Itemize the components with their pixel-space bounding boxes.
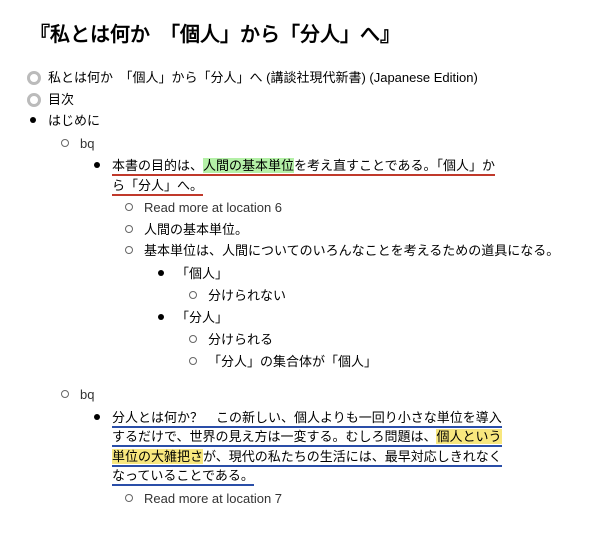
t: 本書の目的は、 [112,158,203,173]
highlight-green: 人間の基本単位 [203,158,294,173]
text: 私とは何か 「個人」から「分人」へ (講談社現代新書) (Japanese Ed… [48,70,478,85]
outline-root: 私とは何か 「個人」から「分人」へ (講談社現代新書) (Japanese Ed… [30,68,569,508]
highlight-yellow: 単位の大雑把さ [112,449,203,464]
outline-item-fulltitle[interactable]: 私とは何か 「個人」から「分人」へ (講談社現代新書) (Japanese Ed… [30,68,569,88]
line3: 単位の大雑把さが、現代の私たちの生活には、最早対応しきれなく [112,449,502,467]
outline-item-kojin[interactable]: 「個人」 分けられない [158,264,569,306]
t: 最早対応しきれなく [385,449,502,464]
outline-item-summary2[interactable]: 分人とは何か？ この新しい、個人よりも一回り小さな単位を導入 するだけで、世界の… [94,408,569,509]
t: するだけで、世界の見え方は一変する。むしろ問題は、 [112,429,436,444]
outline-item-bq2[interactable]: bq 分人とは何か？ この新しい、個人よりも一回り小さな単位を導入 するだけで、… [62,385,569,508]
line1: 分人とは何か？ この新しい、個人よりも一回り小さな単位を導入 [112,410,502,428]
text: はじめに [48,113,100,128]
page-title: 『私とは何か 「個人」から「分人」へ』 [30,20,569,50]
outline-item-toc[interactable]: 目次 [30,90,569,110]
readmore-text: Read more at location 7 [144,491,282,506]
outline-item-unit[interactable]: 人間の基本単位。 [126,220,569,240]
outline-item-bunjin-sub2[interactable]: 「分人」の集合体が「個人」 [190,352,569,372]
outline-item-bunjin[interactable]: 「分人」 分けられる 「分人」の集合体が「個人」 [158,308,569,372]
outline-item-intro[interactable]: はじめに bq 本書の目的は、人間の基本単位を考え直すことである。「個人」か ら… [30,111,569,508]
outline-item-bq1[interactable]: bq 本書の目的は、人間の基本単位を考え直すことである。「個人」か ら「分人」へ… [62,134,569,372]
text: 基本単位は、人間についてのいろんなことを考えるための道具になる。 [144,243,559,258]
summary-line1: 本書の目的は、人間の基本単位を考え直すことである。「個人」か [112,158,495,176]
text: 「分人」 [176,310,228,325]
t: が、現代の私たちの生活には、 [203,449,385,464]
summary-line2: ら「分人」へ。 [112,178,203,196]
text: 「分人」の集合体が「個人」 [208,354,377,369]
line2: するだけで、世界の見え方は一変する。むしろ問題は、個人という [112,429,502,447]
highlight-yellow: 個人という [436,429,501,444]
bq-label: bq [80,387,94,402]
text: 分けられる [208,332,273,347]
outline-item-readmore1[interactable]: Read more at location 6 [126,198,569,218]
text: 「個人」 [176,266,228,281]
outline-item-summary[interactable]: 本書の目的は、人間の基本単位を考え直すことである。「個人」か ら「分人」へ。 R… [94,156,569,371]
readmore-text: Read more at location 6 [144,200,282,215]
outline-item-unitdesc[interactable]: 基本単位は、人間についてのいろんなことを考えるための道具になる。 「個人」 分け… [126,241,569,371]
bq-label: bq [80,136,94,151]
text: 分けられない [208,288,286,303]
line4: なっていることである。 [112,468,254,486]
outline-item-bunjin-sub1[interactable]: 分けられる [190,330,569,350]
outline-item-readmore2[interactable]: Read more at location 7 [126,489,569,509]
outline-item-kojin-sub[interactable]: 分けられない [190,286,569,306]
text: 目次 [48,92,74,107]
t: を考え直すことである。「個人」か [294,158,495,173]
text: 人間の基本単位。 [144,222,248,237]
